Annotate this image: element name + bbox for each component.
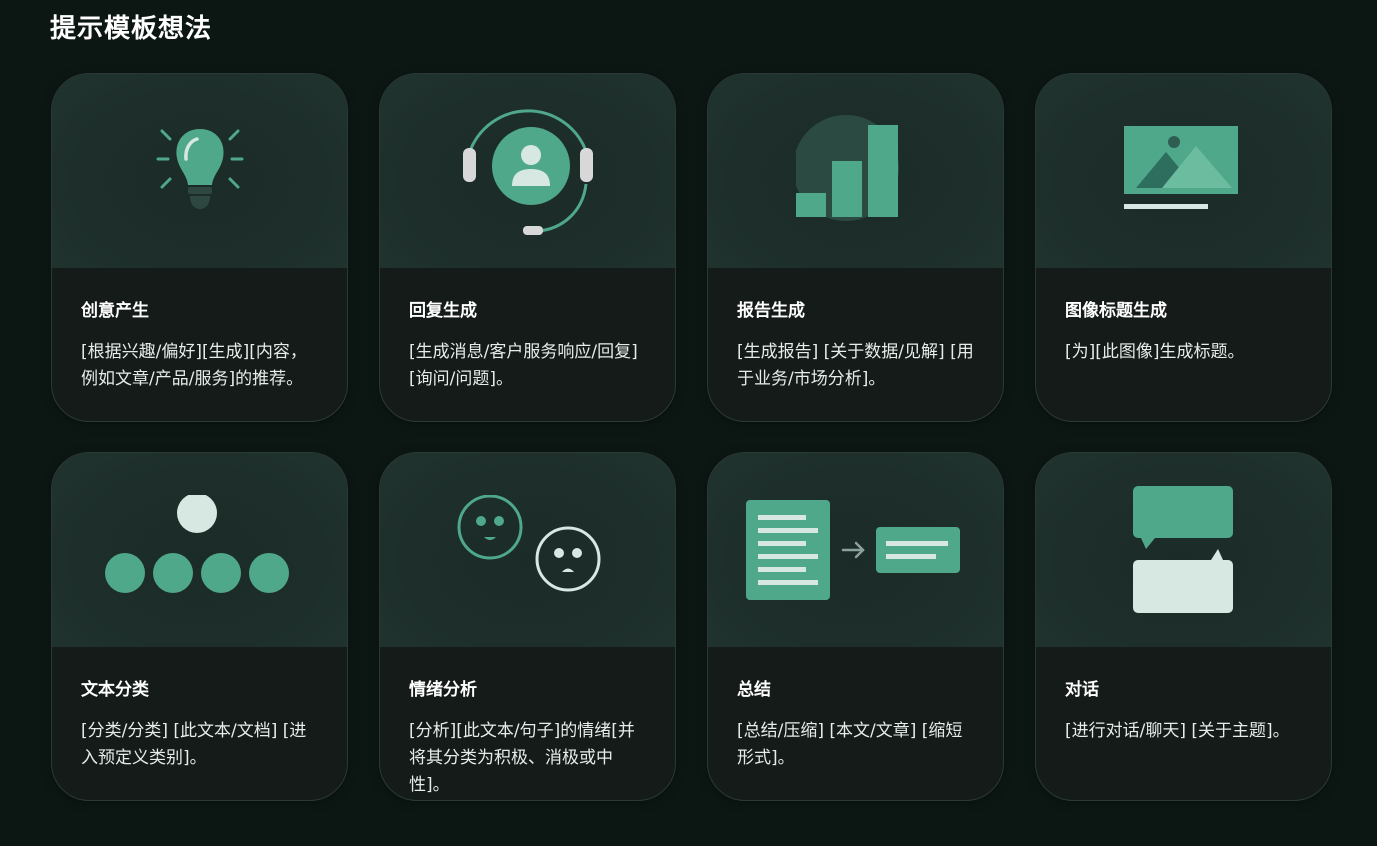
card-description: [根据兴趣/偏好][生成][内容，例如文章/产品/服务]的推荐。 — [81, 342, 307, 389]
card-title: 图像标题生成 — [1065, 301, 1167, 321]
card-title: 创意产生 — [81, 301, 149, 321]
hierarchy-icon — [104, 495, 289, 593]
card-report-generation[interactable]: 报告生成 [生成报告] [关于数据/见解] [用于业务/市场分析]。 — [707, 73, 1004, 422]
emotion-faces-icon — [457, 495, 600, 592]
card-title: 回复生成 — [409, 301, 477, 321]
chat-bubbles-icon — [1132, 486, 1233, 613]
template-grid: 创意产生 [根据兴趣/偏好][生成][内容，例如文章/产品/服务]的推荐。 回复… — [51, 73, 1332, 801]
card-text-classification[interactable]: 文本分类 [分类/分类] [此文本/文档] [进入预定义类别]。 — [51, 452, 348, 801]
card-description: [总结/压缩] [本文/文章] [缩短形式]。 — [737, 721, 963, 768]
card-conversation[interactable]: 对话 [进行对话/聊天] [关于主题]。 — [1035, 452, 1332, 801]
card-illustration — [1036, 453, 1331, 647]
card-illustration — [52, 74, 347, 268]
card-reply-generation[interactable]: 回复生成 [生成消息/客户服务响应/回复][询问/问题]。 — [379, 73, 676, 422]
headset-icon — [462, 109, 593, 235]
card-illustration — [1036, 74, 1331, 268]
card-illustration — [708, 453, 1003, 647]
card-title: 情绪分析 — [409, 680, 477, 700]
page-title: 提示模板想法 — [50, 14, 213, 44]
card-description: [进行对话/聊天] [关于主题]。 — [1065, 721, 1290, 741]
card-title: 对话 — [1065, 680, 1099, 700]
card-illustration — [52, 453, 347, 647]
card-idea-generation[interactable]: 创意产生 [根据兴趣/偏好][生成][内容，例如文章/产品/服务]的推荐。 — [51, 73, 348, 422]
card-description: [生成消息/客户服务响应/回复][询问/问题]。 — [409, 342, 638, 389]
card-illustration — [380, 453, 675, 647]
card-illustration — [380, 74, 675, 268]
card-image-caption[interactable]: 图像标题生成 [为][此图像]生成标题。 — [1035, 73, 1332, 422]
card-summarization[interactable]: 总结 [总结/压缩] [本文/文章] [缩短形式]。 — [707, 452, 1004, 801]
image-icon — [1123, 126, 1238, 209]
card-description: [分类/分类] [此文本/文档] [进入预定义类别]。 — [81, 721, 307, 768]
card-description: [为][此图像]生成标题。 — [1065, 342, 1245, 362]
card-title: 文本分类 — [81, 680, 149, 700]
card-description: [分析][此文本/句子]的情绪[并将其分类为积极、消极或中性]。 — [409, 721, 635, 795]
card-illustration — [708, 74, 1003, 268]
summarize-document-icon — [745, 500, 960, 600]
card-sentiment-analysis[interactable]: 情绪分析 [分析][此文本/句子]的情绪[并将其分类为积极、消极或中性]。 — [379, 452, 676, 801]
bar-chart-icon — [795, 115, 899, 221]
card-description: [生成报告] [关于数据/见解] [用于业务/市场分析]。 — [737, 342, 974, 389]
card-title: 报告生成 — [737, 301, 805, 321]
card-title: 总结 — [737, 680, 771, 700]
lightbulb-icon — [156, 129, 243, 209]
